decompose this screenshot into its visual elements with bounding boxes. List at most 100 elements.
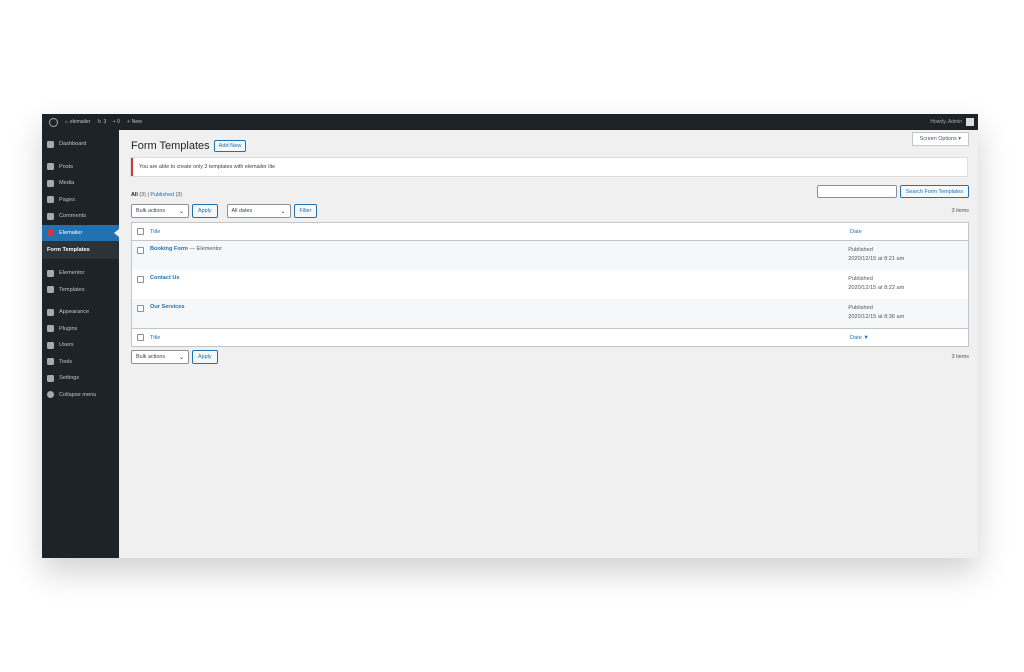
bulk-actions-select-bottom[interactable]: Bulk actions ⌄ bbox=[131, 350, 189, 364]
row-status: Published bbox=[848, 305, 873, 311]
row-date: Published 2020/12/15 at 8:36 am bbox=[848, 304, 968, 322]
admin-sidebar: Dashboard Posts Media Pages Comments Ele… bbox=[42, 130, 119, 558]
elementor-icon bbox=[47, 269, 54, 277]
row-date: Published 2020/12/15 at 8:21 am bbox=[848, 246, 968, 264]
row-status: Published bbox=[848, 247, 873, 253]
new-content-link[interactable]: + New bbox=[127, 119, 142, 125]
comments-count: 0 bbox=[117, 119, 120, 125]
tablenav-top: Bulk actions ⌄ Apply All dates ⌄ Filter … bbox=[131, 204, 969, 218]
wrench-icon bbox=[47, 358, 54, 366]
sidebar-item-label: Dashboard bbox=[59, 141, 87, 148]
folder-icon bbox=[47, 286, 54, 294]
view-separator: | bbox=[147, 192, 149, 198]
row-checkbox[interactable] bbox=[137, 305, 144, 312]
dates-filter-select[interactable]: All dates ⌄ bbox=[226, 204, 291, 218]
row-title-link[interactable]: Our Services bbox=[150, 304, 848, 310]
sidebar-item-label: Elementor bbox=[59, 270, 85, 277]
sidebar-item-label: Settings bbox=[59, 375, 80, 382]
pin-icon bbox=[47, 163, 54, 171]
collapse-menu-button[interactable]: Collapse menu bbox=[42, 387, 119, 404]
sidebar-item-templates[interactable]: Templates bbox=[42, 282, 119, 299]
search-input[interactable] bbox=[816, 185, 897, 198]
refresh-icon: ↻ bbox=[97, 119, 102, 125]
page-header: Form Templates Add New bbox=[131, 140, 247, 152]
select-all-checkbox[interactable] bbox=[137, 228, 144, 235]
settings-icon bbox=[47, 374, 54, 382]
row-status: Published bbox=[848, 276, 873, 282]
sidebar-item-elementor[interactable]: Elementor bbox=[42, 265, 119, 282]
column-title-header[interactable]: Title bbox=[150, 229, 850, 235]
sidebar-item-posts[interactable]: Posts bbox=[42, 159, 119, 176]
sidebar-item-appearance[interactable]: Appearance bbox=[42, 304, 119, 321]
row-checkbox[interactable] bbox=[137, 247, 144, 254]
table-footer: Title Date ▼ bbox=[132, 328, 968, 346]
table-body: Booking Form — Elementor Published 2020/… bbox=[132, 241, 968, 328]
column-date-footer[interactable]: Date ▼ bbox=[850, 335, 960, 341]
view-all-link[interactable]: All (3) bbox=[131, 192, 147, 198]
row-title-text: Our Services bbox=[150, 304, 185, 310]
tablenav-bottom: Bulk actions ⌄ Apply 3 items bbox=[131, 350, 969, 364]
sidebar-item-media[interactable]: Media bbox=[42, 175, 119, 192]
filter-button[interactable]: Filter bbox=[293, 204, 318, 218]
apply-button[interactable]: Apply bbox=[192, 204, 218, 218]
sidebar-item-comments[interactable]: Comments bbox=[42, 208, 119, 225]
page-icon bbox=[47, 196, 54, 204]
comment-icon bbox=[47, 212, 54, 220]
apply-button-bottom[interactable]: Apply bbox=[192, 350, 218, 364]
status-views: All (3) | Published (3) bbox=[131, 192, 182, 198]
bulk-actions-select[interactable]: Bulk actions ⌄ bbox=[131, 204, 189, 218]
table-row: Contact Us Published 2020/12/15 at 8:22 … bbox=[132, 270, 968, 299]
view-all-count: (3) bbox=[139, 192, 146, 198]
sidebar-item-elemailer[interactable]: Elemailer bbox=[42, 224, 119, 241]
table-row: Booking Form — Elementor Published 2020/… bbox=[132, 241, 968, 270]
row-date-value: 2020/12/15 at 8:21 am bbox=[848, 256, 905, 262]
templates-table: Title Date Booking Form — Elementor Publ… bbox=[131, 222, 969, 347]
row-title-suffix: — Elementor bbox=[187, 246, 223, 252]
comments-link[interactable]: ▪ 0 bbox=[113, 119, 120, 125]
sidebar-item-pages[interactable]: Pages bbox=[42, 192, 119, 209]
sidebar-item-dashboard[interactable]: Dashboard bbox=[42, 136, 119, 153]
column-date-header[interactable]: Date bbox=[850, 229, 960, 235]
wp-logo-icon[interactable] bbox=[49, 117, 58, 127]
elemailer-submenu: Form Templates bbox=[42, 241, 119, 259]
sidebar-item-tools[interactable]: Tools bbox=[42, 354, 119, 371]
add-new-button[interactable]: Add New bbox=[213, 140, 247, 152]
row-title-link[interactable]: Contact Us bbox=[150, 275, 848, 281]
users-icon bbox=[47, 341, 54, 349]
howdy-label: Howdy, Admin bbox=[930, 119, 962, 125]
plus-icon: + bbox=[126, 119, 130, 125]
elemailer-icon bbox=[47, 229, 54, 237]
row-title-link[interactable]: Booking Form — Elementor bbox=[150, 246, 848, 252]
plugin-icon bbox=[47, 325, 54, 333]
table-row: Our Services Published 2020/12/15 at 8:3… bbox=[132, 299, 968, 328]
site-name-link[interactable]: ⌂ elemailer bbox=[65, 119, 90, 125]
row-date: Published 2020/12/15 at 8:22 am bbox=[848, 275, 968, 293]
chevron-down-icon: ⌄ bbox=[280, 208, 286, 215]
sidebar-item-users[interactable]: Users bbox=[42, 337, 119, 354]
search-button[interactable]: Search Form Templates bbox=[899, 185, 969, 198]
chevron-down-icon: ⌄ bbox=[178, 354, 184, 361]
chevron-down-icon: ⌄ bbox=[178, 208, 184, 215]
items-count-bottom: 3 items bbox=[951, 354, 969, 360]
admin-bar: ⌂ elemailer ↻ 3 ▪ 0 + New Howdy, Admin bbox=[42, 114, 978, 130]
search-box: Search Form Templates bbox=[816, 185, 969, 198]
screen-options-button[interactable]: Screen Options ▾ bbox=[911, 132, 969, 146]
sidebar-item-label: Elemailer bbox=[59, 229, 83, 236]
view-published-link[interactable]: Published (3) bbox=[150, 192, 182, 198]
browser-frame: ⌂ elemailer ↻ 3 ▪ 0 + New Howdy, Admin D… bbox=[42, 114, 978, 558]
notice-message: You are able to create only 3 templates … bbox=[131, 158, 967, 176]
view-published-label: Published bbox=[150, 192, 175, 198]
updates-link[interactable]: ↻ 3 bbox=[97, 119, 106, 125]
sidebar-item-plugins[interactable]: Plugins bbox=[42, 321, 119, 338]
sidebar-item-label: Users bbox=[59, 342, 74, 349]
row-checkbox[interactable] bbox=[137, 276, 144, 283]
my-account-link[interactable]: Howdy, Admin bbox=[930, 118, 974, 126]
notice-text: You are able to create only 3 templates … bbox=[139, 164, 276, 170]
select-all-checkbox-footer[interactable] bbox=[137, 334, 144, 341]
sidebar-item-label: Pages bbox=[59, 196, 75, 203]
column-title-footer[interactable]: Title bbox=[150, 335, 850, 341]
submenu-item-form-templates[interactable]: Form Templates bbox=[42, 245, 119, 255]
sidebar-item-settings[interactable]: Settings bbox=[42, 370, 119, 387]
new-label: New bbox=[131, 119, 142, 125]
home-icon: ⌂ bbox=[65, 119, 69, 125]
